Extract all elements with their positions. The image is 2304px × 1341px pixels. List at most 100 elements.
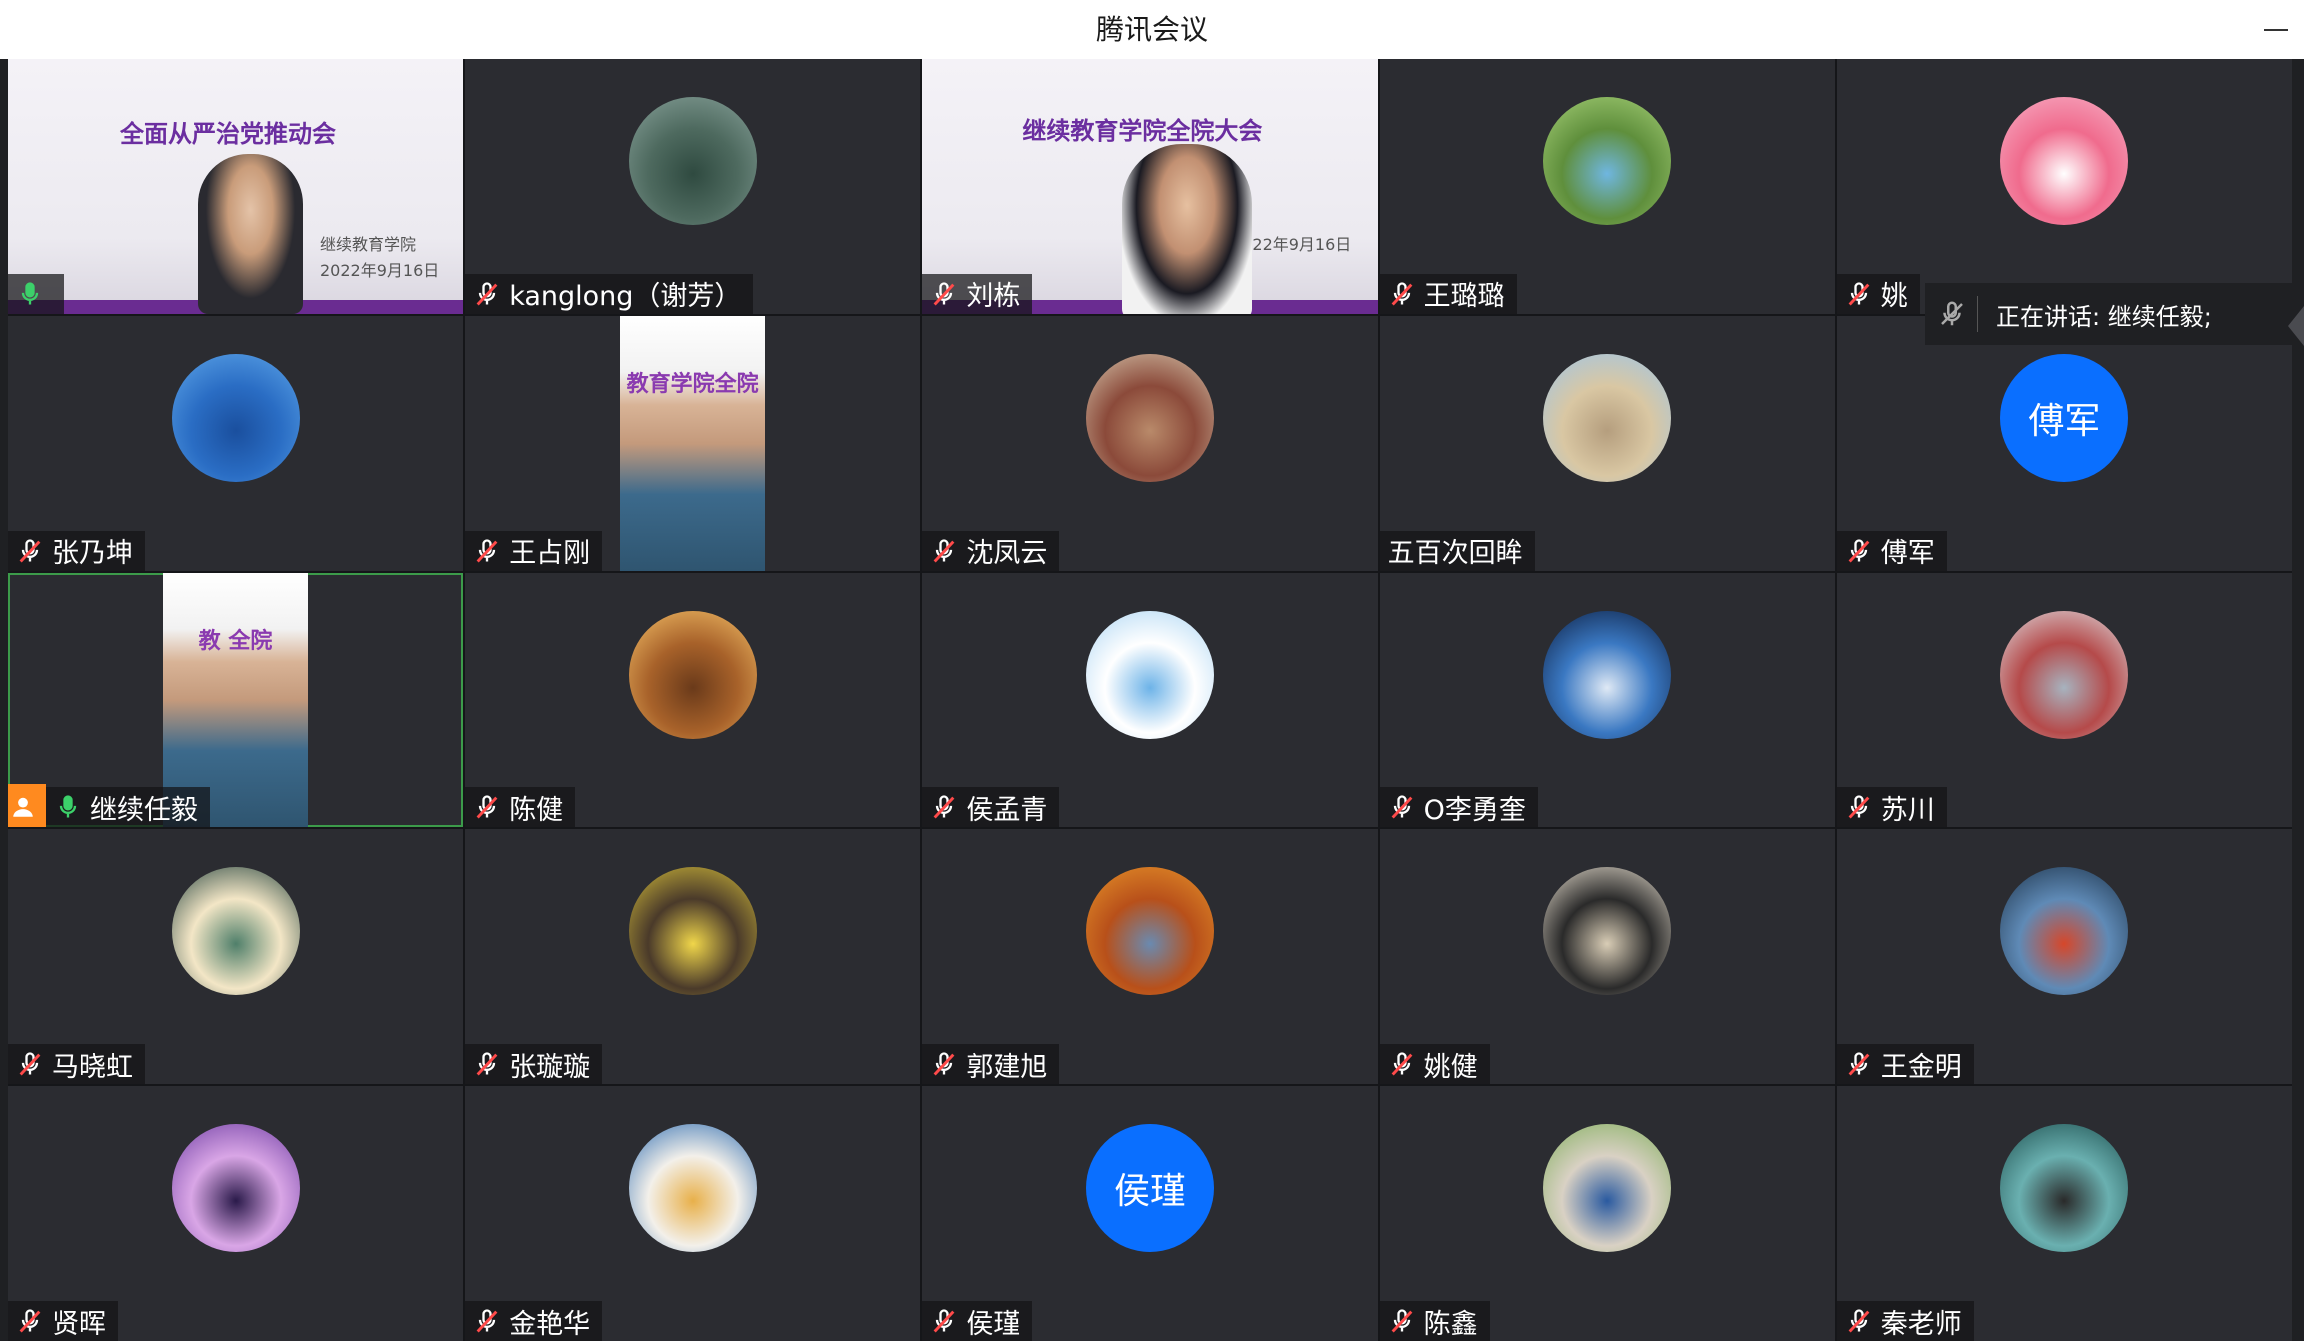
avatar <box>1543 610 1672 739</box>
participant-tile[interactable]: Ο李勇奎 <box>1379 572 1835 828</box>
minimize-button[interactable] <box>2260 14 2292 46</box>
avatar <box>1543 96 1672 225</box>
participant-tile[interactable]: 秦老师 <box>1836 1086 2292 1341</box>
participant-tile[interactable]: 五百次回眸 <box>1379 315 1835 571</box>
participant-name-tag: 姚健 <box>1379 1044 1490 1085</box>
participant-name: 金艳华 <box>509 1308 591 1340</box>
host-user-icon <box>8 784 46 828</box>
participant-name-tag: 刘栋 <box>922 273 1033 314</box>
mic-muted-icon <box>19 1052 41 1076</box>
avatar <box>171 353 300 482</box>
participant-name: 陈鑫 <box>1423 1308 1478 1340</box>
participant-name: 继续任毅 <box>90 794 198 826</box>
participant-tile[interactable]: 王金明 <box>1836 829 2292 1085</box>
mic-muted-icon <box>19 538 41 563</box>
avatar <box>1543 1124 1672 1253</box>
participant-tile[interactable]: 姚 <box>1836 59 2292 314</box>
participant-name-tag: 马晓虹 <box>8 1044 145 1085</box>
participant-tile[interactable]: 侯瑾 侯瑾 <box>922 1086 1378 1341</box>
slide-title: 全面从严治党推动会 <box>120 120 336 148</box>
avatar <box>628 610 757 739</box>
participant-tile[interactable]: 教 全院 继续任毅 <box>8 572 464 828</box>
slide-title: 继续教育学院全院大会 <box>1022 117 1263 145</box>
mic-muted-icon <box>1848 795 1870 819</box>
participant-tile[interactable]: 王璐璐 <box>1379 59 1835 314</box>
participant-tile[interactable]: 金艳华 <box>465 1086 921 1341</box>
participant-tile[interactable]: 陈鑫 <box>1379 1086 1835 1341</box>
participant-name: 傅军 <box>1880 538 1935 570</box>
participant-name-tag: kanglong（谢芳） <box>465 273 754 314</box>
participant-tile[interactable]: 陈健 <box>465 572 921 828</box>
participant-name-tag: 五百次回眸 <box>1379 530 1535 571</box>
participant-tile[interactable]: 沈凤云 <box>922 315 1378 571</box>
participant-name: 苏川 <box>1880 794 1935 826</box>
participant-name-tag: 张璇璇 <box>465 1044 603 1085</box>
slide-date: 22年9月16日 <box>1252 235 1352 254</box>
participant-name-tag: 秦老师 <box>1836 1301 1974 1341</box>
slide-date: 2022年9月16日 <box>320 261 440 280</box>
title-bar: 腾讯会议 <box>0 0 2304 59</box>
avatar <box>2000 610 2129 739</box>
mic-muted-icon <box>1848 538 1870 563</box>
participant-tile[interactable]: kanglong（谢芳） <box>465 59 921 314</box>
participant-name: 侯瑾 <box>966 1308 1021 1340</box>
speaking-label: 正在讲话: 继续任毅; <box>1996 302 2212 331</box>
participant-name: 五百次回眸 <box>1387 538 1523 570</box>
avatar <box>1085 867 1214 996</box>
participant-tile[interactable]: 马晓虹 <box>8 829 464 1085</box>
participant-name-tag: 苏川 <box>1836 787 1947 828</box>
mic-muted-icon <box>933 538 955 563</box>
participant-tile[interactable]: 继续教育学院全院大会 22年9月16日刘栋 <box>922 59 1378 314</box>
participant-name: 沈凤云 <box>966 538 1048 570</box>
mic-muted-icon <box>19 1309 41 1333</box>
avatar <box>171 1124 300 1253</box>
participant-tile[interactable]: 张璇璇 <box>465 829 921 1085</box>
participant-tile[interactable]: 全面从严治党推动会 继续教育学院 2022年9月16日 <box>8 59 464 314</box>
mic-muted-icon <box>1848 1309 1870 1333</box>
participant-tile[interactable]: 张乃坤 <box>8 315 464 571</box>
speaking-indicator: 正在讲话: 继续任毅; <box>1925 283 2304 345</box>
avatar <box>628 867 757 996</box>
avatar-initials: 侯瑾 <box>1085 1124 1214 1253</box>
avatar <box>628 96 757 225</box>
participant-name-tag: 陈健 <box>465 787 576 828</box>
participant-name-tag: 王璐璐 <box>1379 273 1517 314</box>
participant-name-tag: 侯孟青 <box>922 787 1060 828</box>
participant-tile[interactable]: 郭建旭 <box>922 829 1378 1085</box>
mic-muted-icon <box>1391 1052 1412 1076</box>
mic-muted-icon <box>1391 795 1412 819</box>
participant-name-tag <box>8 273 64 314</box>
participant-name: 陈健 <box>509 794 564 826</box>
mic-muted-icon <box>476 538 498 563</box>
participant-name-tag: 郭建旭 <box>922 1044 1060 1085</box>
participant-name: 姚健 <box>1423 1051 1478 1083</box>
participant-tile[interactable]: 姚健 <box>1379 829 1835 1085</box>
avatar <box>1543 867 1672 996</box>
avatar-initials: 傅军 <box>2000 353 2129 482</box>
avatar <box>1085 353 1214 482</box>
mic-muted-icon <box>933 1052 955 1076</box>
video-feed: 教育学院全院 <box>620 315 766 571</box>
participant-name: 侯孟青 <box>966 794 1048 826</box>
avatar <box>2000 1124 2129 1253</box>
participant-name: 王璐璐 <box>1423 281 1505 313</box>
slide-title: 教育学院全院 <box>626 371 759 397</box>
participant-tile[interactable]: 教育学院全院 王占刚 <box>465 315 921 571</box>
participant-grid: 全面从严治党推动会 继续教育学院 2022年9月16日 kanglong（谢芳） 继续教… <box>8 59 2292 1341</box>
participant-name: 马晓虹 <box>52 1051 133 1083</box>
participant-tile[interactable]: 贤晖 <box>8 1086 464 1341</box>
participant-tile[interactable]: 侯孟青 <box>922 572 1378 828</box>
avatar <box>1085 610 1214 739</box>
avatar <box>1543 353 1672 482</box>
divider <box>1977 296 1978 332</box>
participant-tile[interactable]: 傅军 傅军 <box>1836 315 2292 571</box>
participant-name-tag: 姚 <box>1836 273 1920 314</box>
participant-name-tag: 侯瑾 <box>922 1301 1033 1341</box>
participant-name: kanglong（谢芳） <box>509 281 742 313</box>
shared-slide: 全面从严治党推动会 继续教育学院 2022年9月16日 <box>8 59 464 314</box>
participant-name-tag: 傅军 <box>1836 530 1947 571</box>
window-title: 腾讯会议 <box>1095 13 1208 46</box>
participant-name-tag: 贤晖 <box>8 1301 118 1341</box>
participant-name: 秦老师 <box>1880 1308 1962 1340</box>
participant-tile[interactable]: 苏川 <box>1836 572 2292 828</box>
